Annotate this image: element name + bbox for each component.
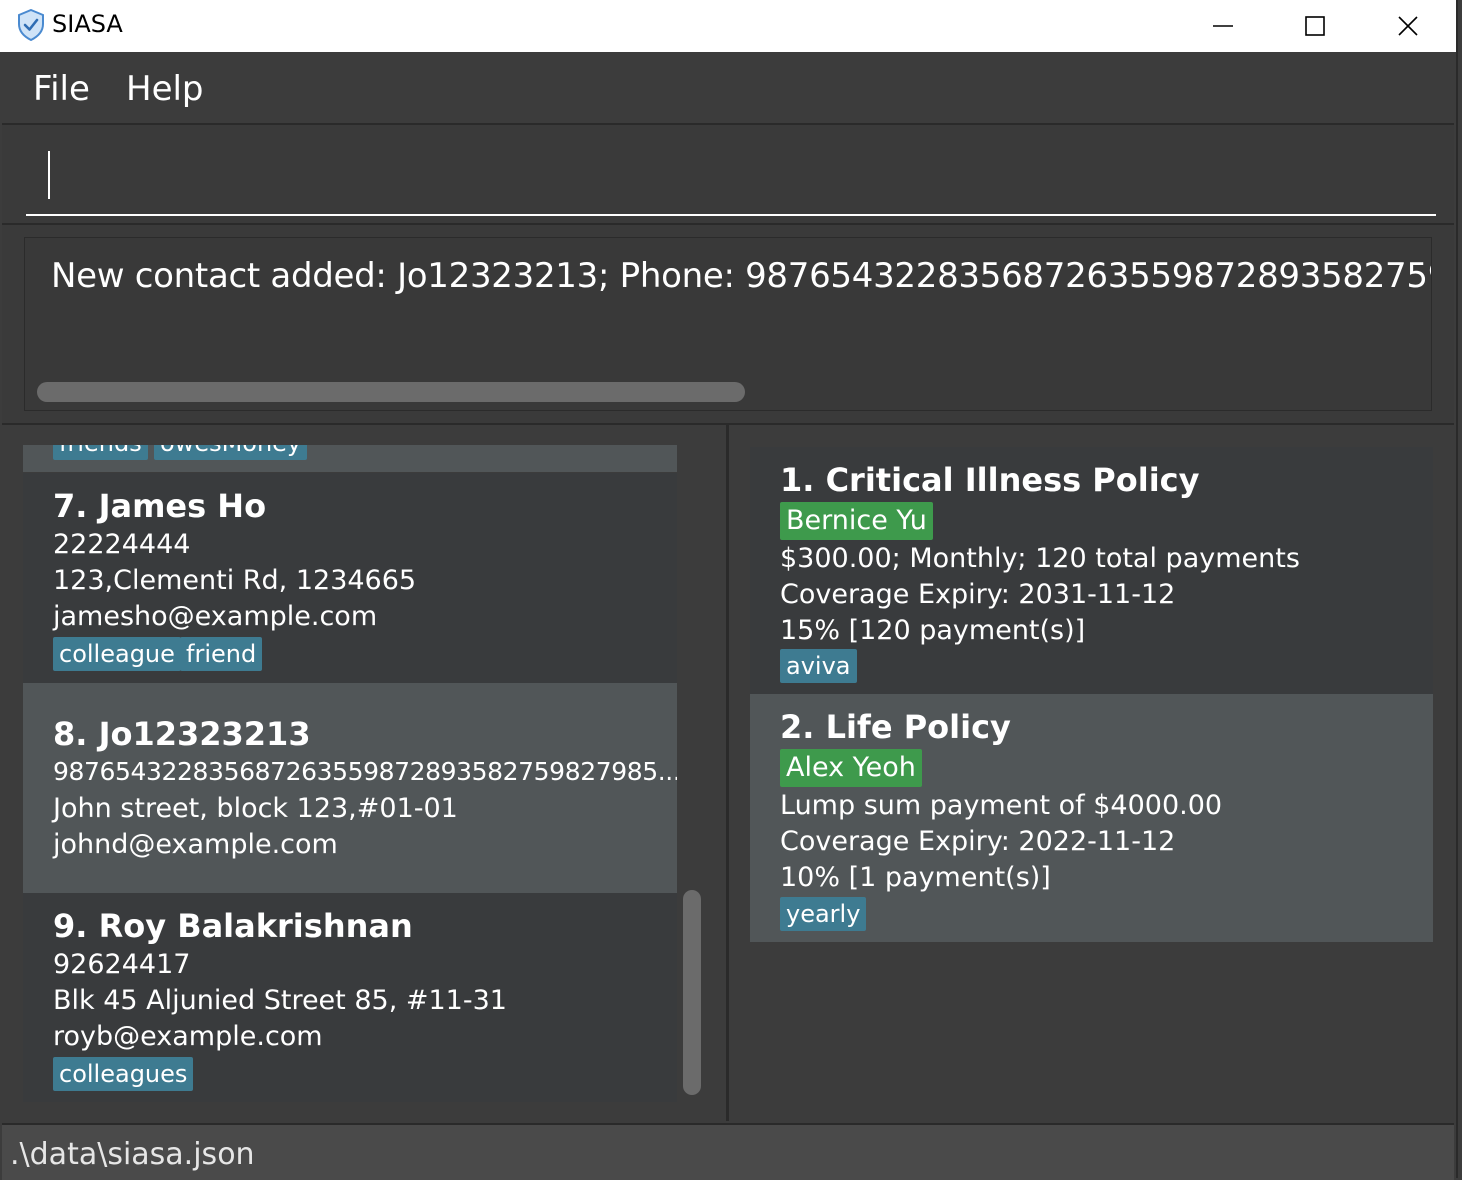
data-file-path: .\data\siasa.json [10, 1137, 255, 1172]
policy-commission: 15% [120 payment(s)] [780, 615, 1086, 646]
contact-name: 7. James Ho [53, 487, 267, 525]
tag: yearly [780, 897, 867, 931]
command-box [2, 123, 1454, 223]
contact-phone: 92624417 [53, 949, 191, 980]
contact-card-selected[interactable]: 8. Jo12323213 98765432283568726355987289… [23, 683, 677, 893]
app-window: SIASA File Help New contact added: Jo123… [0, 0, 1458, 1180]
minimize-button[interactable] [1177, 0, 1269, 52]
policy-payment: $300.00; Monthly; 120 total payments [780, 543, 1300, 574]
contact-card[interactable]: 9. Roy Balakrishnan 92624417 Blk 45 Alju… [23, 893, 677, 1102]
policy-list-pane: 1. Critical Illness Policy Bernice Yu $3… [729, 425, 1454, 1121]
policy-title: 1. Critical Illness Policy [780, 461, 1200, 499]
contact-name: 8. Jo12323213 [53, 715, 311, 753]
status-bar: .\data\siasa.json [2, 1123, 1454, 1180]
tag: friend [180, 637, 263, 671]
tag: colleagues [53, 1057, 194, 1091]
policy-card[interactable]: 1. Critical Illness Policy Bernice Yu $3… [750, 447, 1433, 694]
result-display-panel: New contact added: Jo12323213; Phone: 98… [2, 223, 1454, 425]
contact-email: jamesho@example.com [53, 601, 378, 632]
menu-bar: File Help [2, 52, 1454, 122]
command-input[interactable] [26, 135, 1436, 216]
policy-payment: Lump sum payment of $4000.00 [780, 790, 1223, 821]
contact-phone: 98765432283568726355987289358275982798​5… [53, 757, 677, 786]
contact-name: 9. Roy Balakrishnan [53, 907, 413, 945]
contact-email: royb@example.com [53, 1021, 323, 1052]
menu-file[interactable]: File [33, 69, 90, 109]
vertical-scrollbar[interactable] [683, 890, 701, 1095]
contact-address: 123,Clementi Rd, 1234665 [53, 565, 417, 596]
title-bar: SIASA [0, 0, 1456, 52]
close-button[interactable] [1362, 0, 1454, 52]
maximize-button[interactable] [1269, 0, 1361, 52]
policy-title: 2. Life Policy [780, 708, 1011, 746]
contact-address: Blk 45 Aljunied Street 85, #11-31 [53, 985, 507, 1016]
policy-commission: 10% [1 payment(s)] [780, 862, 1051, 893]
policy-card[interactable]: 2. Life Policy Alex Yeoh Lump sum paymen… [750, 694, 1433, 942]
tag: aviva [780, 649, 857, 683]
tag: colleague [53, 637, 181, 671]
contact-list-pane: friends owesMoney 7. James Ho 22224444 1… [2, 425, 729, 1121]
text-caret [48, 151, 50, 199]
policy-owner-tag: Alex Yeoh [780, 749, 922, 787]
contact-card[interactable]: 7. James Ho 22224444 123,Clementi Rd, 12… [23, 473, 677, 683]
maximize-icon [1305, 16, 1325, 36]
window-title: SIASA [52, 10, 123, 38]
tag: owesMoney [154, 445, 308, 460]
contact-phone: 22224444 [53, 529, 191, 560]
result-text: New contact added: Jo12323213; Phone: 98… [51, 256, 1432, 296]
horizontal-scrollbar[interactable] [37, 382, 745, 402]
tag: friends [53, 445, 148, 460]
contact-email: johnd@example.com [53, 829, 338, 860]
close-icon [1398, 16, 1418, 36]
policy-owner-tag: Bernice Yu [780, 502, 933, 540]
menu-help[interactable]: Help [126, 69, 204, 109]
policy-expiry: Coverage Expiry: 2022-11-12 [780, 826, 1176, 857]
result-display: New contact added: Jo12323213; Phone: 98… [24, 237, 1432, 411]
contact-card-partial[interactable]: friends owesMoney [23, 445, 677, 472]
shield-check-icon [18, 9, 44, 41]
contact-address: John street, block 123,#01-01 [53, 793, 458, 824]
minimize-icon [1213, 25, 1233, 27]
contact-list[interactable]: friends owesMoney 7. James Ho 22224444 1… [23, 445, 677, 1102]
policy-list[interactable]: 1. Critical Illness Policy Bernice Yu $3… [750, 447, 1433, 942]
policy-expiry: Coverage Expiry: 2031-11-12 [780, 579, 1176, 610]
